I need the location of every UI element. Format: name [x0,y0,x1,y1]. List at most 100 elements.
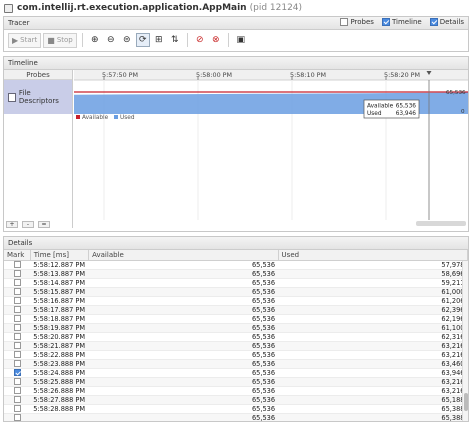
table-row[interactable]: 65,536 65,388 [4,413,468,421]
row-mark-checkbox[interactable] [13,297,21,304]
stop-record-icon[interactable]: ⊗ [209,33,223,47]
table-row[interactable]: 5:58:23.888 PM 65,536 63,460 [4,359,468,369]
scrollbar-thumb[interactable] [464,393,468,411]
row-mark-cell [4,377,31,387]
probes-toggle[interactable]: Probes [340,18,374,26]
table-row[interactable]: 5:58:17.887 PM 65,536 62,396 [4,305,468,315]
row-mark-checkbox[interactable] [13,369,21,376]
details-toggle[interactable]: Details [429,18,464,26]
timeline-toggle[interactable]: Timeline [381,18,422,26]
table-row[interactable]: 5:58:20.887 PM 65,536 62,316 [4,332,468,342]
select-mode-icon[interactable]: ⟳ [135,33,150,47]
row-mark-checkbox[interactable] [13,315,21,322]
table-row[interactable]: 5:58:27.888 PM 65,536 65,188 [4,395,468,405]
file-icon [8,92,16,102]
row-time: 5:58:19.887 PM [30,323,89,333]
column-mark[interactable]: Mark [4,250,31,261]
row-mark-checkbox[interactable] [13,279,21,286]
play-icon: ▶ [12,35,19,45]
record-icon[interactable]: ⊘ [193,33,207,47]
row-mark-checkbox[interactable] [13,270,21,277]
row-mark-cell [4,287,31,297]
row-mark-checkbox[interactable] [13,306,21,313]
row-time: 5:58:28.888 PM [30,404,89,414]
zoom-out-icon[interactable]: ⊖ [104,33,118,47]
column-available[interactable]: Available [88,250,279,261]
toolbar-separator [227,33,229,47]
row-mark-cell [4,314,31,324]
column-time[interactable]: Time [ms] [30,250,90,261]
table-row[interactable]: 5:58:13.887 PM 65,536 58,696 [4,269,468,279]
row-mark-checkbox[interactable] [13,405,21,412]
row-used: 62,196 [278,314,468,324]
row-mark-checkbox[interactable] [13,414,21,421]
timeline-scrollbar[interactable] [416,221,466,226]
row-mark-checkbox[interactable] [13,360,21,367]
row-time: 5:58:15.887 PM [30,287,89,297]
tracer-title: Tracer [8,19,30,27]
table-row[interactable]: 5:58:24.888 PM 65,536 63,946 [4,368,468,378]
row-time: 5:58:24.888 PM [30,368,89,378]
row-time: 5:58:20.887 PM [30,332,89,342]
table-row[interactable]: 5:58:28.888 PM 65,536 65,388 [4,404,468,414]
row-used: 62,316 [278,332,468,342]
row-used: 61,206 [278,296,468,306]
timeline-checkbox[interactable] [381,18,390,26]
table-row[interactable]: 5:58:22.888 PM 65,536 63,216 [4,350,468,360]
row-available: 65,536 [88,368,279,378]
export-icon[interactable]: ⇅ [168,33,182,47]
row-available: 65,536 [88,260,279,270]
tooltip-used-label: Used [367,111,382,117]
row-mark-checkbox[interactable] [13,288,21,295]
table-row[interactable]: 5:58:12.887 PM 65,536 57,978 [4,260,468,270]
row-mark-checkbox[interactable] [13,387,21,394]
row-available: 65,536 [88,404,279,414]
row-time: 5:58:22.888 PM [30,350,89,360]
row-mark-cell [4,413,31,421]
y-axis-min-label: 0 [461,109,465,115]
tracer-header: Tracer Probes Timeline Details [4,17,468,30]
row-time: 5:58:17.887 PM [30,305,89,315]
row-mark-cell [4,296,31,306]
row-mark-checkbox[interactable] [13,396,21,403]
time-axis-label: 5:57:50 PM [102,71,138,79]
table-row[interactable]: 5:58:15.887 PM 65,536 61,000 [4,287,468,297]
row-mark-checkbox[interactable] [13,342,21,349]
details-scrollbar[interactable] [462,261,468,421]
row-mark-checkbox[interactable] [13,351,21,358]
probe-settings-icon[interactable]: ⊞ [152,33,166,47]
table-row[interactable]: 5:58:19.887 PM 65,536 61,100 [4,323,468,333]
row-mark-checkbox[interactable] [13,324,21,331]
time-axis-label: 5:58:00 PM [196,71,232,79]
details-checkbox[interactable] [429,18,438,26]
zoom-reset-button[interactable]: = [38,220,50,228]
row-mark-checkbox[interactable] [13,333,21,340]
probes-column-header: Probes [4,70,72,80]
timeline-chart[interactable]: 5:57:50 PM 5:58:00 PM 5:58:10 PM 5:58:20 PM… [74,70,468,220]
snapshot-icon[interactable]: ▣ [234,33,248,47]
table-row[interactable]: 5:58:21.887 PM 65,536 63,216 [4,341,468,351]
zoom-in-button[interactable]: + [6,220,18,228]
row-mark-checkbox[interactable] [13,378,21,385]
table-row[interactable]: 5:58:18.887 PM 65,536 62,196 [4,314,468,324]
probes-checkbox[interactable] [340,18,349,26]
row-available: 65,536 [88,305,279,315]
timeline-chart-svg[interactable]: 5:57:50 PM 5:58:00 PM 5:58:10 PM 5:58:20 PM… [74,70,468,220]
stop-button[interactable]: ■ Stop [43,32,77,48]
row-mark-checkbox[interactable] [13,261,21,268]
probe-file-descriptors[interactable]: File Descriptors [4,80,72,114]
zoom-in-icon[interactable]: ⊕ [88,33,102,47]
details-table-wrap: Mark Time [ms] Available Used 5:58:12.88… [4,250,468,421]
table-row[interactable]: 5:58:14.887 PM 65,536 59,211 [4,278,468,288]
table-row[interactable]: 5:58:16.887 PM 65,536 61,206 [4,296,468,306]
table-row[interactable]: 5:58:25.888 PM 65,536 63,216 [4,377,468,387]
zoom-out-button[interactable]: - [22,220,34,228]
zoom-fit-icon[interactable]: ⊜ [120,33,134,47]
table-row[interactable]: 5:58:26.888 PM 65,536 63,216 [4,386,468,396]
start-button[interactable]: ▶ Start [8,32,42,48]
row-available: 65,536 [88,386,279,396]
row-available: 65,536 [88,395,279,405]
tracer-toolbar: ▶ Start ■ Stop ⊕ ⊖ ⊜ ⟳ ⊞ ⇅ ⊘ ⊗ ▣ [4,30,468,50]
column-used[interactable]: Used [278,250,468,261]
row-time: 5:58:26.888 PM [30,386,89,396]
